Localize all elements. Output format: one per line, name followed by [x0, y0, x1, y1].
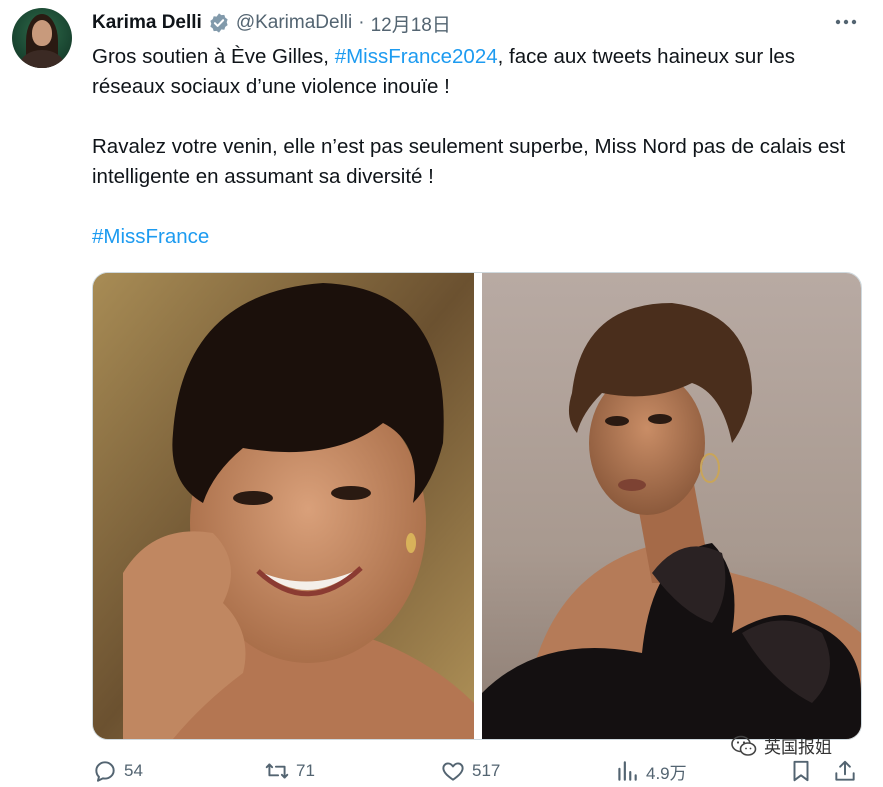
photo-1[interactable] — [93, 273, 474, 739]
tweet-date[interactable]: 12月18日 — [371, 10, 451, 37]
photo-1-illustration — [93, 273, 474, 739]
tweet-text-part: Gros soutien à Ève Gilles, — [92, 45, 335, 68]
retweet-button[interactable]: 71 — [264, 755, 315, 787]
views-button[interactable]: 4.9万 — [614, 755, 687, 787]
hashtag-link[interactable]: #MissFrance — [92, 225, 209, 248]
watermark: 英国报姐 — [730, 733, 832, 758]
views-count: 4.9万 — [646, 763, 687, 783]
tweet: Karima Delli @KarimaDelli · 12月18日 Gros … — [0, 0, 883, 786]
like-count: 517 — [472, 761, 501, 780]
bookmark-button[interactable] — [788, 755, 820, 787]
retweet-icon — [265, 763, 289, 779]
reply-icon — [95, 761, 115, 782]
share-icon — [835, 760, 855, 781]
author-name[interactable]: Karima Delli — [92, 12, 202, 34]
wechat-icon — [731, 735, 757, 756]
photo-2-illustration — [482, 303, 861, 739]
watermark-text: 英国报姐 — [764, 738, 832, 757]
tweet-text: Gros soutien à Ève Gilles, #MissFrance20… — [92, 42, 862, 252]
tweet-paragraph-1: Gros soutien à Ève Gilles, #MissFrance20… — [92, 42, 862, 102]
reply-button[interactable]: 54 — [92, 755, 143, 787]
like-button[interactable]: 517 — [440, 755, 500, 787]
tweet-paragraph-2: Ravalez votre venin, elle n’est pas seul… — [92, 135, 846, 188]
media-grid — [92, 272, 862, 740]
avatar[interactable] — [12, 8, 72, 68]
bookmark-icon — [793, 760, 809, 782]
author-handle[interactable]: @KarimaDelli — [236, 12, 352, 34]
hashtag-link[interactable]: #MissFrance2024 — [335, 45, 498, 68]
tweet-actions: 54 71 517 4.9万 — [92, 755, 872, 787]
share-button[interactable] — [832, 755, 864, 787]
retweet-count: 71 — [296, 761, 315, 780]
more-options-icon[interactable] — [833, 12, 859, 32]
heart-icon — [442, 762, 464, 781]
header-separator: · — [358, 12, 365, 33]
avatar-face — [32, 20, 52, 46]
photo-2[interactable] — [482, 273, 861, 739]
verified-badge-icon — [208, 12, 230, 34]
tweet-paragraph-3: #MissFrance — [92, 222, 862, 252]
tweet-header: Karima Delli @KarimaDelli · 12月18日 — [92, 10, 451, 36]
analytics-icon — [618, 761, 637, 781]
reply-count: 54 — [124, 761, 143, 780]
